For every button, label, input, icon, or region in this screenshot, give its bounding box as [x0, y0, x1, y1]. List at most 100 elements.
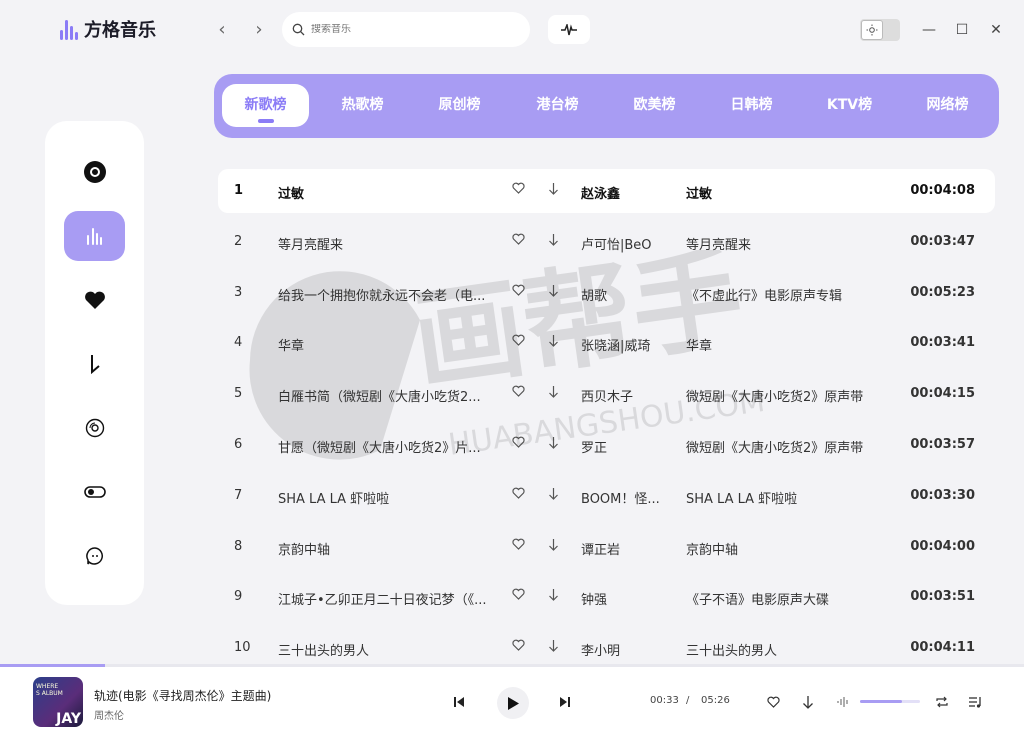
song-album[interactable]: 过敏 — [686, 183, 712, 202]
sidebar-item-favorites[interactable] — [64, 275, 125, 325]
next-button[interactable] — [558, 695, 572, 709]
song-title[interactable]: 给我一个拥抱你就永远不会老（电... — [278, 285, 493, 304]
song-artist[interactable]: 赵泳鑫 — [581, 183, 669, 202]
sidebar-item-downloads[interactable] — [64, 339, 125, 389]
song-title[interactable]: 白雁书简（微短剧《大唐小吃货2... — [278, 386, 493, 405]
back-button[interactable]: ‹ — [210, 18, 234, 42]
song-artist[interactable]: 胡歌 — [581, 285, 669, 304]
like-song-icon[interactable] — [512, 182, 525, 198]
like-song-icon[interactable] — [512, 233, 525, 249]
like-song-icon[interactable] — [512, 487, 525, 503]
download-song-icon[interactable] — [548, 386, 559, 402]
tab-new-songs[interactable]: 新歌榜 — [222, 84, 309, 127]
song-title[interactable]: 等月亮醒来 — [278, 234, 493, 253]
song-artist[interactable]: 钟强 — [581, 589, 669, 608]
song-album[interactable]: SHA LA LA 虾啦啦 — [686, 488, 797, 507]
sidebar-item-settings[interactable] — [64, 467, 125, 517]
playlist-icon — [969, 697, 981, 708]
download-song-icon[interactable] — [548, 233, 559, 250]
song-album[interactable]: 微短剧《大唐小吃货2》原声带 — [686, 386, 863, 405]
download-song-icon[interactable] — [548, 183, 559, 199]
disc-icon — [83, 161, 106, 183]
tab-ktv[interactable]: KTV榜 — [806, 84, 893, 127]
song-artist[interactable]: BOOM！怪... — [581, 488, 669, 507]
previous-icon — [454, 697, 464, 707]
song-title[interactable]: SHA LA LA 虾啦啦 — [278, 488, 493, 507]
song-title[interactable]: 华章 — [278, 335, 493, 354]
search-box[interactable] — [282, 12, 530, 47]
sidebar-item-feedback[interactable] — [64, 531, 125, 581]
song-album[interactable]: 三十出头的男人 — [686, 640, 777, 659]
like-song-icon[interactable] — [512, 436, 525, 452]
song-row[interactable]: 5 白雁书简（微短剧《大唐小吃货2... 西贝木子 微短剧《大唐小吃货2》原声带 00:… — [218, 372, 995, 416]
repeat-mode-button[interactable] — [934, 694, 950, 710]
song-title[interactable]: 三十出头的男人 — [278, 640, 493, 659]
theme-toggle[interactable] — [860, 19, 900, 41]
song-row[interactable]: 9 江城子•乙卯正月二十日夜记梦（《... 钟强 《子不语》电影原声大碟 00:03:5… — [218, 575, 995, 619]
download-song-icon[interactable] — [548, 538, 559, 555]
song-row[interactable]: 4 华章 张晓涵|威琦 华章 00:03:41 — [218, 321, 995, 365]
forward-button[interactable]: › — [247, 18, 271, 42]
like-song-icon[interactable] — [512, 284, 525, 300]
tab-jp-kr[interactable]: 日韩榜 — [708, 84, 795, 127]
song-artist[interactable]: 谭正岩 — [581, 539, 669, 558]
song-row[interactable]: 7 SHA LA LA 虾啦啦 BOOM！怪... SHA LA LA 虾啦啦 00:0… — [218, 474, 995, 518]
like-song-icon[interactable] — [512, 334, 525, 350]
like-button[interactable] — [765, 694, 781, 710]
song-album[interactable]: 《子不语》电影原声大碟 — [686, 589, 829, 608]
song-index: 10 — [234, 640, 251, 656]
download-song-icon[interactable] — [548, 284, 559, 301]
song-album[interactable]: 微短剧《大唐小吃货2》原声带 — [686, 437, 863, 456]
volume-button[interactable] — [836, 695, 850, 709]
song-artist[interactable]: 西贝木子 — [581, 386, 669, 405]
download-song-icon[interactable] — [548, 437, 559, 453]
song-row[interactable]: 8 京韵中轴 谭正岩 京韵中轴 00:04:00 — [218, 525, 995, 569]
song-title[interactable]: 京韵中轴 — [278, 539, 493, 558]
sidebar-item-charts[interactable] — [64, 211, 125, 261]
minimize-button[interactable]: — — [917, 18, 941, 42]
like-song-icon[interactable] — [512, 538, 525, 554]
song-album[interactable]: 等月亮醒来 — [686, 234, 751, 253]
voice-search-button[interactable] — [548, 15, 590, 44]
song-artist[interactable]: 张晓涵|威琦 — [581, 335, 669, 354]
sidebar-item-local[interactable] — [64, 403, 125, 453]
song-row[interactable]: 1 过敏 赵泳鑫 过敏 00:04:08 — [218, 169, 995, 213]
song-album[interactable]: 《不虚此行》电影原声专辑 — [686, 285, 842, 304]
like-song-icon[interactable] — [512, 639, 525, 655]
previous-button[interactable] — [452, 695, 466, 709]
song-title[interactable]: 甘愿（微短剧《大唐小吃货2》片... — [278, 437, 493, 456]
song-artist[interactable]: 李小明 — [581, 640, 669, 659]
download-song-icon[interactable] — [548, 335, 559, 351]
download-song-icon[interactable] — [548, 640, 559, 656]
maximize-button[interactable]: ☐ — [950, 18, 974, 42]
like-song-icon[interactable] — [512, 588, 525, 604]
play-button[interactable] — [497, 687, 529, 719]
download-icon — [803, 695, 813, 709]
download-button[interactable] — [800, 694, 816, 710]
song-row[interactable]: 3 给我一个拥抱你就永远不会老（电... 胡歌 《不虚此行》电影原声专辑 00:05:2… — [218, 271, 995, 315]
song-artist[interactable]: 罗正 — [581, 437, 669, 456]
download-song-icon[interactable] — [548, 589, 559, 605]
tab-hot-songs[interactable]: 热歌榜 — [319, 84, 406, 127]
playlist-button[interactable] — [968, 694, 984, 710]
song-row[interactable]: 2 等月亮醒来 卢可怡|BeO 等月亮醒来 00:03:47 — [218, 220, 995, 264]
song-index: 6 — [234, 437, 243, 452]
song-album[interactable]: 华章 — [686, 335, 712, 354]
song-artist[interactable]: 卢可怡|BeO — [581, 234, 669, 253]
album-cover[interactable]: WHERE S ALBUM JAY — [33, 677, 83, 727]
tab-hk-tw[interactable]: 港台榜 — [514, 84, 601, 127]
search-input[interactable] — [311, 24, 511, 35]
tab-network[interactable]: 网络榜 — [904, 84, 991, 127]
song-title[interactable]: 过敏 — [278, 183, 493, 202]
volume-slider[interactable] — [860, 700, 920, 703]
song-row[interactable]: 6 甘愿（微短剧《大唐小吃货2》片... 罗正 微短剧《大唐小吃货2》原声带 00:03… — [218, 423, 995, 467]
song-album[interactable]: 京韵中轴 — [686, 539, 738, 558]
tab-western[interactable]: 欧美榜 — [611, 84, 698, 127]
tab-original[interactable]: 原创榜 — [416, 84, 503, 127]
sidebar-item-discover[interactable] — [64, 147, 125, 197]
download-song-icon[interactable] — [548, 487, 559, 504]
like-song-icon[interactable] — [512, 385, 525, 401]
song-title[interactable]: 江城子•乙卯正月二十日夜记梦（《... — [278, 589, 493, 608]
close-button[interactable]: ✕ — [984, 18, 1008, 42]
app-logo: 方格音乐 — [60, 16, 156, 42]
